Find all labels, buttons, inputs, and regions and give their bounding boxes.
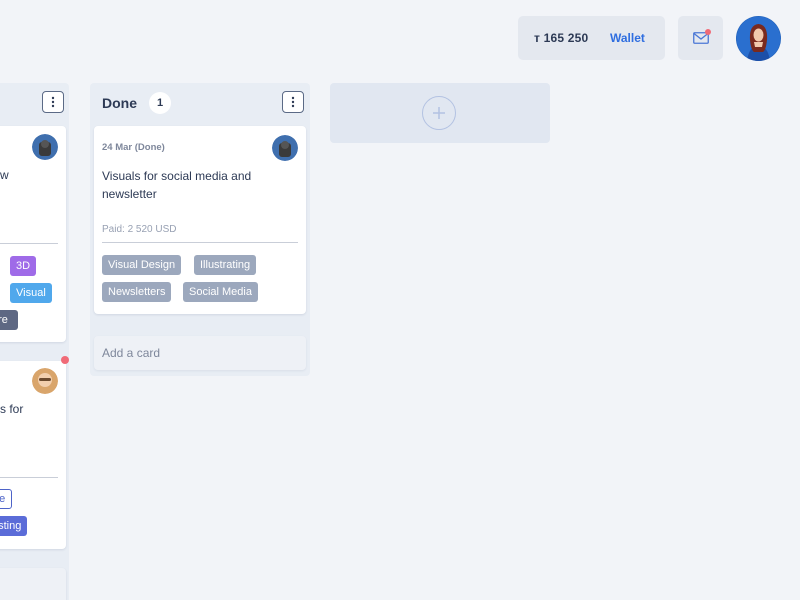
- card-divider: [0, 477, 58, 478]
- wallet-box: т 165 250 Wallet: [518, 16, 665, 60]
- plus-icon: [433, 107, 445, 119]
- card-date: 24 Mar (Done): [102, 142, 165, 153]
- column-header: Done 1: [90, 83, 310, 121]
- mail-button[interactable]: [678, 16, 723, 60]
- card-payment: Paid: 2 520 USD: [102, 224, 177, 235]
- tag-newsletters[interactable]: Newsletters: [102, 282, 172, 302]
- card-title: Visuals for social media and newsletter: [102, 169, 252, 201]
- wallet-balance: т 165 250: [534, 31, 589, 45]
- tag-visual[interactable]: Visual: [10, 283, 52, 303]
- task-card[interactable]: 24 Mar (Done) Visuals for social media a…: [94, 126, 306, 314]
- more-vertical-icon: [291, 96, 295, 108]
- task-card[interactable]: s for ue esting: [0, 361, 66, 549]
- task-card[interactable]: [0, 568, 66, 600]
- wallet-link[interactable]: Wallet: [610, 31, 645, 45]
- more-vertical-icon: [51, 96, 55, 108]
- tag-visual-design[interactable]: Visual Design: [102, 255, 182, 275]
- tag-more[interactable]: ore: [0, 310, 18, 330]
- card-assignee-avatar: [272, 135, 298, 161]
- column-menu-button[interactable]: [282, 91, 304, 113]
- tag-illustrating[interactable]: Illustrating: [194, 255, 257, 275]
- card-title-fragment: w: [0, 168, 9, 182]
- notification-dot: [61, 356, 69, 364]
- notification-dot: [705, 29, 711, 35]
- tag-fragment-outline[interactable]: ue: [0, 489, 13, 509]
- add-column-area: [330, 83, 550, 143]
- task-card[interactable]: w 3D Visual ore: [0, 126, 66, 342]
- user-avatar[interactable]: [736, 16, 781, 61]
- board-column-done: Done 1 24 Mar (Done) Visuals for social …: [90, 83, 310, 376]
- tag-testing[interactable]: esting: [0, 516, 28, 536]
- board-column-left: w 3D Visual ore s for ue esting: [0, 83, 69, 600]
- add-column-button[interactable]: [422, 96, 456, 130]
- column-card-count: 1: [149, 92, 171, 114]
- column-menu-button[interactable]: [42, 91, 64, 113]
- add-card-button[interactable]: Add a card: [94, 336, 306, 370]
- card-title-fragment: s for: [0, 402, 24, 416]
- card-divider: [102, 242, 298, 243]
- tag-social-media[interactable]: Social Media: [183, 282, 258, 302]
- tag-3d[interactable]: 3D: [10, 256, 37, 276]
- column-title: Done: [102, 95, 137, 111]
- card-assignee-avatar: [32, 134, 58, 160]
- card-divider: [0, 243, 58, 244]
- card-assignee-avatar: [32, 368, 58, 394]
